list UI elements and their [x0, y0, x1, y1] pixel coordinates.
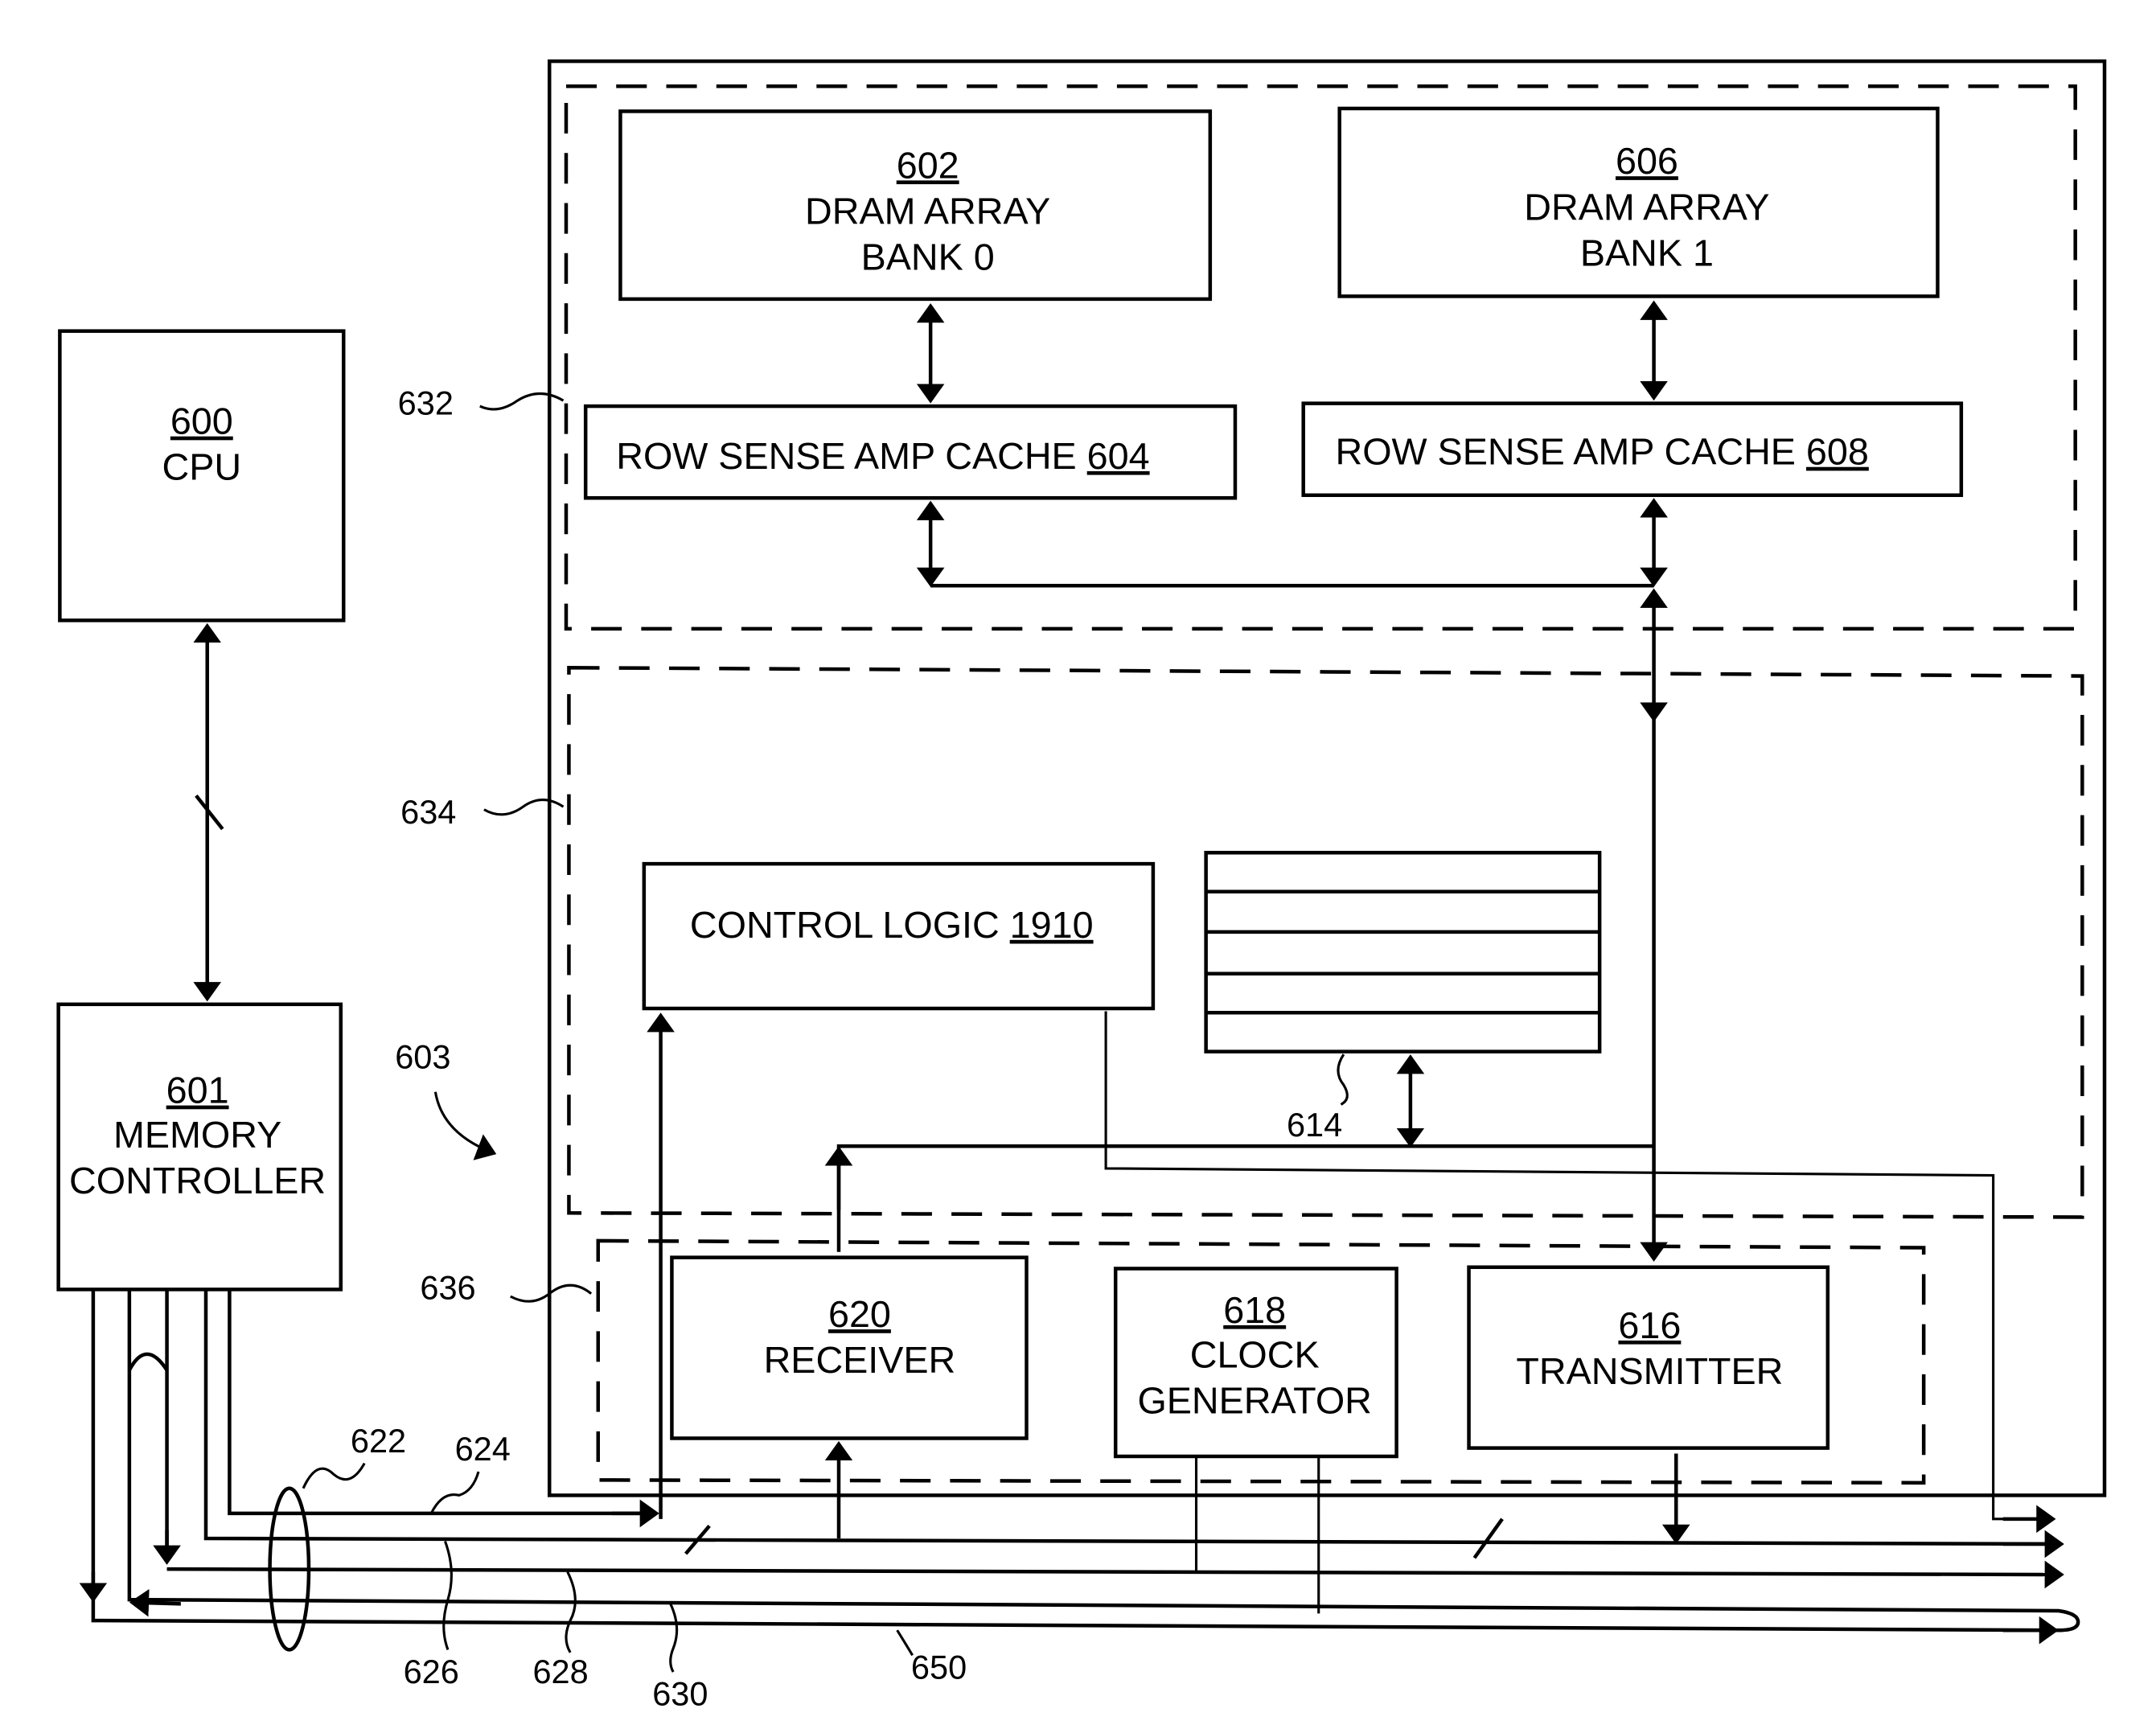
sense-amp0-label: ROW SENSE AMP CACHE 604 [616, 435, 1149, 477]
ref-626-leader [442, 1540, 453, 1650]
sense-amp1-block: ROW SENSE AMP CACHE 608 [1301, 401, 1964, 498]
ref-636: 636 [420, 1269, 475, 1307]
line-630-jump [127, 1352, 169, 1371]
ref-603-arrow [433, 1091, 497, 1160]
ref-630-leader [669, 1603, 679, 1673]
ref-624: 624 [455, 1430, 511, 1468]
dram-bank1-label-2: BANK 1 [1580, 232, 1714, 273]
cpu-ref: 600 [170, 400, 233, 442]
patent-diagram: 600 CPU 601 MEMORY CONTROLLER 602 DRAM A… [56, 59, 2107, 1713]
clock-generator-label-1: CLOCK [1190, 1333, 1320, 1375]
ref-650: 650 [911, 1649, 967, 1686]
clock-generator-block: 618 CLOCK GENERATOR [1113, 1267, 1398, 1459]
dram-bank0-block: 602 DRAM ARRAY BANK 0 [618, 109, 1213, 302]
receiver-ref: 620 [828, 1293, 891, 1335]
clock-generator-ref: 618 [1223, 1289, 1286, 1331]
transmitter-label: TRANSMITTER [1516, 1350, 1783, 1392]
receiver-block: 620 RECEIVER [670, 1255, 1029, 1440]
ref-626: 626 [404, 1653, 459, 1690]
dram-bank0-ref: 602 [897, 144, 959, 186]
dram-bank1-label-1: DRAM ARRAY [1524, 186, 1769, 228]
memory-controller-ref: 601 [166, 1070, 229, 1111]
transmitter-block: 616 TRANSMITTER [1467, 1265, 1830, 1450]
ref-622-leader [302, 1462, 366, 1489]
ref-632: 632 [398, 384, 454, 421]
memory-controller-label-2: CONTROLLER [69, 1160, 326, 1201]
cpu-label: CPU [162, 446, 242, 488]
receiver-label: RECEIVER [764, 1339, 956, 1381]
sense-amp1-label: ROW SENSE AMP CACHE 608 [1335, 431, 1868, 473]
ref-603: 603 [395, 1037, 450, 1075]
clock-generator-label-2: GENERATOR [1137, 1379, 1371, 1421]
dram-bank1-block: 606 DRAM ARRAY BANK 1 [1337, 106, 1940, 298]
ref-630: 630 [652, 1675, 708, 1713]
ref-628-leader [565, 1571, 577, 1653]
control-logic-block: CONTROL LOGIC 1910 [642, 861, 1156, 1011]
ref-634: 634 [400, 793, 456, 831]
ref-622: 622 [351, 1422, 406, 1460]
ref-628: 628 [532, 1653, 588, 1690]
cpu-block: 600 CPU [58, 329, 346, 622]
control-logic-label: CONTROL LOGIC 1910 [690, 904, 1094, 946]
dram-bank1-ref: 606 [1616, 140, 1678, 182]
bus-slash-2 [1472, 1517, 1504, 1559]
ref-650-leader [896, 1629, 914, 1657]
ref-624-leader [429, 1471, 480, 1514]
bus-width-slash [195, 794, 224, 831]
register-ref: 614 [1287, 1106, 1342, 1144]
memory-controller-block: 601 MEMORY CONTROLLER [56, 1002, 343, 1292]
register-block-614 [1204, 851, 1602, 1053]
sense-amp0-block: ROW SENSE AMP CACHE 604 [583, 404, 1238, 500]
memory-controller-label-1: MEMORY [113, 1114, 281, 1156]
dram-bank0-label-1: DRAM ARRAY [805, 190, 1050, 232]
dram-bank0-label-2: BANK 0 [861, 236, 995, 278]
transmitter-ref: 616 [1618, 1304, 1681, 1346]
line-630-arrow-left [129, 1588, 181, 1617]
